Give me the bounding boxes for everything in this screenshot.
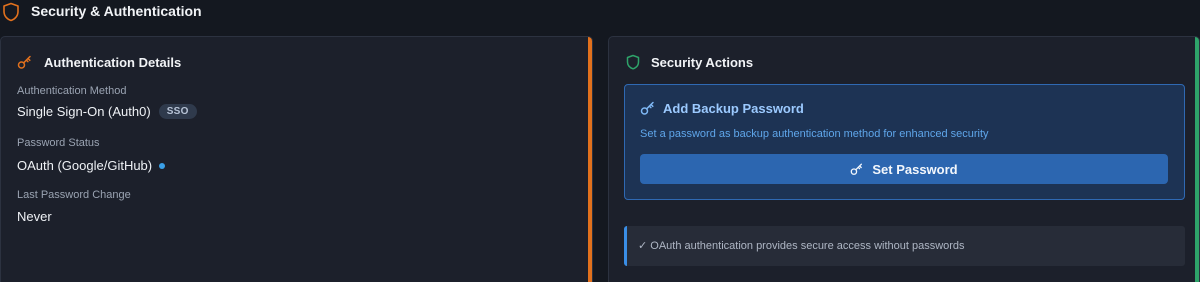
set-password-button[interactable]: Set Password bbox=[640, 154, 1168, 184]
set-password-label: Set Password bbox=[872, 161, 958, 177]
section-header: Security & Authentication bbox=[0, 0, 1200, 24]
oauth-info-notice: ✓ OAuth authentication provides secure a… bbox=[624, 226, 1185, 266]
card-title: Authentication Details bbox=[44, 55, 182, 70]
password-status-row: OAuth (Google/GitHub) bbox=[17, 158, 166, 173]
auth-method-label: Authentication Method bbox=[17, 85, 127, 97]
authentication-details-card: Authentication Details Authentication Me… bbox=[0, 36, 593, 282]
security-actions-card: Security Actions Add Backup Password Set… bbox=[608, 36, 1200, 282]
auth-method-value-row: Single Sign-On (Auth0) SSO bbox=[17, 104, 197, 119]
password-status-label: Password Status bbox=[17, 137, 100, 149]
info-text: ✓ OAuth authentication provides secure a… bbox=[638, 240, 965, 252]
shield-icon bbox=[3, 2, 19, 22]
card-accent-bar bbox=[1195, 37, 1199, 282]
backup-password-panel: Add Backup Password Set a password as ba… bbox=[624, 84, 1185, 200]
backup-title: Add Backup Password bbox=[663, 101, 804, 116]
page-title: Security & Authentication bbox=[31, 3, 202, 19]
key-icon bbox=[17, 55, 31, 69]
key-icon bbox=[640, 101, 654, 115]
key-icon bbox=[851, 163, 863, 175]
backup-description: Set a password as backup authentication … bbox=[640, 128, 989, 140]
status-dot bbox=[159, 162, 166, 169]
card-title: Security Actions bbox=[651, 55, 754, 70]
auth-method-value: Single Sign-On (Auth0) bbox=[17, 104, 151, 119]
last-change-label: Last Password Change bbox=[17, 189, 131, 201]
card-accent-bar bbox=[588, 37, 592, 282]
sso-badge: SSO bbox=[158, 104, 197, 119]
last-change-value: Never bbox=[17, 209, 52, 224]
password-status-value: OAuth (Google/GitHub) bbox=[17, 158, 153, 173]
shield-icon bbox=[626, 54, 640, 70]
